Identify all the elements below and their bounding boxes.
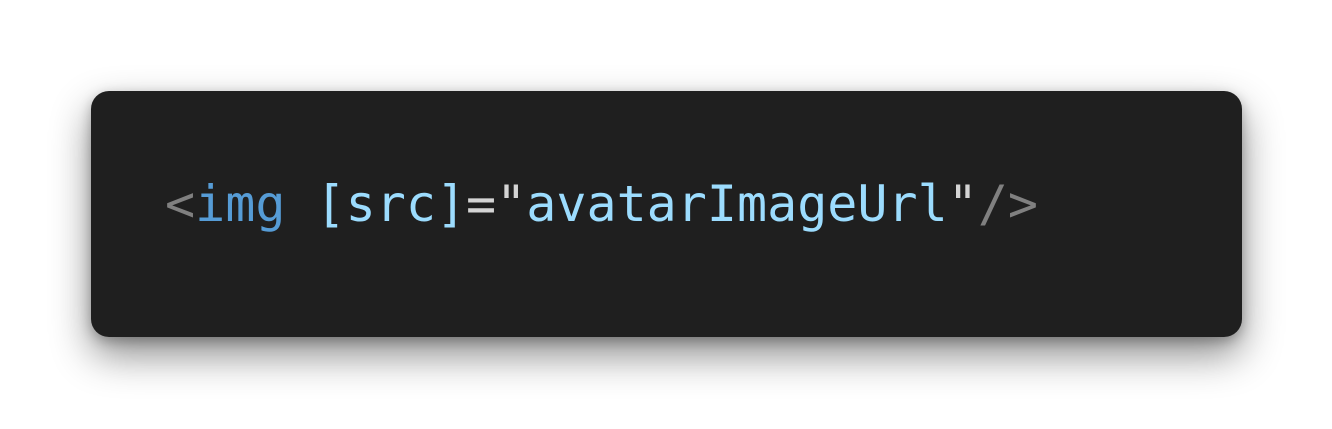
tag-name: img [195, 175, 286, 233]
attribute-value: avatarImageUrl [526, 175, 948, 233]
attribute-binding: [src] [315, 175, 467, 233]
tag-open-bracket: < [165, 175, 196, 233]
quote-close: " [947, 175, 978, 233]
quote-open: " [496, 175, 527, 233]
tag-self-close: /> [977, 175, 1039, 233]
code-line: < img [src] = " avatarImageUrl "/> [165, 169, 1038, 239]
code-block: < img [src] = " avatarImageUrl "/> [91, 91, 1242, 337]
screenshot-canvas: < img [src] = " avatarImageUrl "/> [0, 0, 1332, 429]
equals-sign: = [466, 175, 497, 233]
